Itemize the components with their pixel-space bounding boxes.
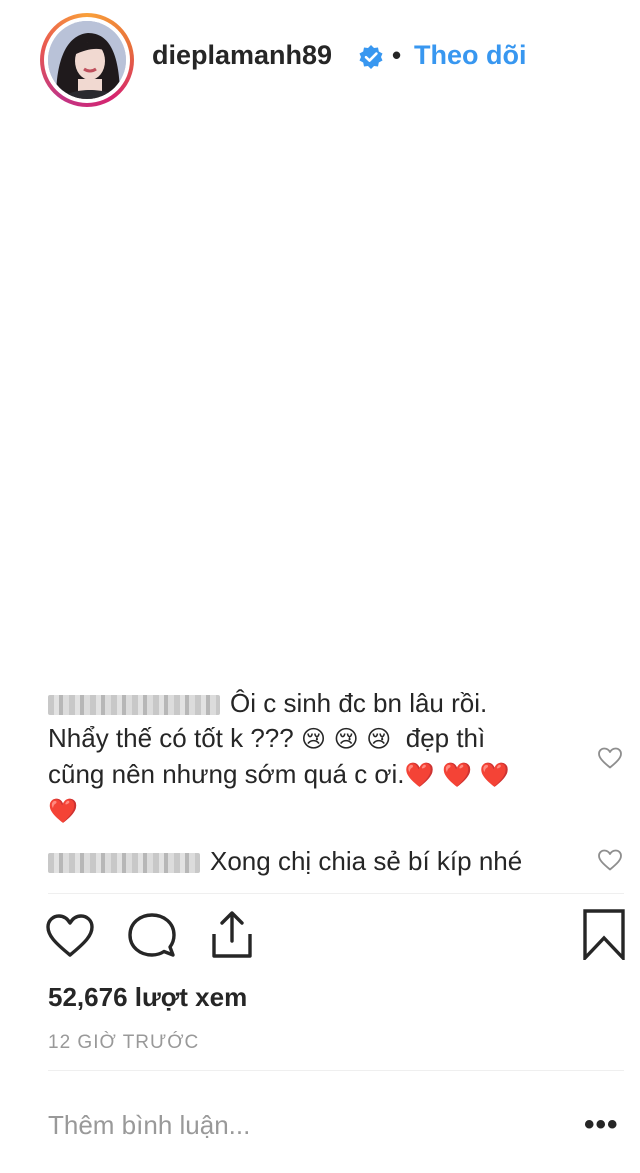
heart-icon[interactable] xyxy=(44,910,96,962)
comment-item: Ôi c sinh đc bn lâu rồi. Nhẩy thế có tốt… xyxy=(48,686,558,829)
comment-text-line2: Nhẩy thế có tốt k ??? xyxy=(48,723,294,753)
avatar-portrait xyxy=(48,21,126,99)
comment-text: Xong chị chia sẻ bí kíp nhé xyxy=(210,846,523,876)
comment-like-heart-icon[interactable] xyxy=(597,746,623,770)
commenter-username-blurred[interactable] xyxy=(48,853,200,874)
comment-icon[interactable] xyxy=(126,910,178,962)
separator-dot: • xyxy=(392,40,402,70)
avatar[interactable] xyxy=(48,21,126,99)
ellipsis-icon[interactable]: ••• xyxy=(584,1108,619,1142)
red-heart-emoji-icon: ❤️ xyxy=(48,797,78,825)
divider xyxy=(48,1070,624,1071)
post-timestamp[interactable]: 12 GIỜ TRƯỚC xyxy=(48,1032,199,1054)
add-comment-input[interactable]: Thêm bình luận... xyxy=(48,1110,250,1141)
post-header: dieplamanh89 • Theo dõi xyxy=(0,0,640,118)
story-ring[interactable] xyxy=(40,13,134,107)
comment-like-heart-icon[interactable] xyxy=(597,848,623,872)
comment-text-line3: cũng nên nhưng sớm quá c ơi. xyxy=(48,759,405,789)
username[interactable]: dieplamanh89 xyxy=(152,40,332,71)
divider xyxy=(48,893,624,894)
bookmark-icon[interactable] xyxy=(578,908,630,960)
commenter-username-blurred[interactable] xyxy=(48,695,220,716)
verified-badge-icon xyxy=(359,45,383,69)
comment-text-line2b: đẹp thì xyxy=(405,723,486,753)
share-icon[interactable] xyxy=(206,908,258,960)
red-heart-emoji-icons: ❤️ ❤️ ❤️ xyxy=(404,761,510,789)
comment-item: Xong chị chia sẻ bí kíp nhé xyxy=(48,844,588,879)
follow-button[interactable]: Theo dõi xyxy=(414,40,526,71)
crying-emoji-icons: 😢 😢 😢 xyxy=(300,725,392,753)
comment-text-line1: Ôi c sinh đc bn lâu rồi. xyxy=(230,688,488,718)
view-count[interactable]: 52,676 lượt xem xyxy=(48,982,247,1013)
avatar-frame xyxy=(44,17,130,103)
